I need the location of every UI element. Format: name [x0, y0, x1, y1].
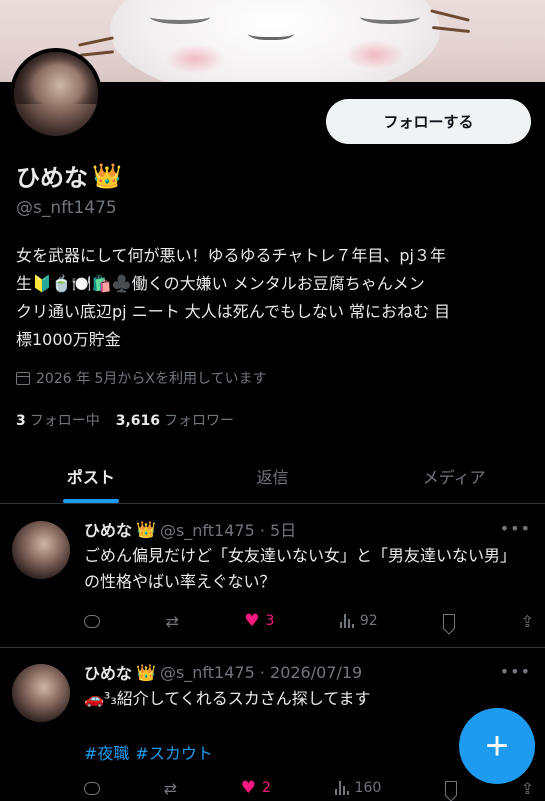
tweet-header: ひめな 👑 @s_nft1475 · 5日: [84, 517, 296, 541]
profile-handle: @s_nft1475: [16, 198, 117, 218]
following-link[interactable]: 3 フォロー中: [16, 410, 100, 430]
tweet-author-name[interactable]: ひめな: [84, 660, 132, 684]
tweet[interactable]: ひめな 👑 @s_nft1475 · 5日 ••• ごめん偏見だけど「女友達いな…: [0, 505, 545, 648]
share-button[interactable]: ⇪: [521, 611, 534, 631]
profile-bio: 女を武器にして何が悪い！ゆるゆるチャトレ７年目、pj３年 生🔰🍵🍽️🛍️♣️働く…: [16, 246, 451, 349]
like-button[interactable]: ♥ 3: [244, 611, 274, 631]
tweet-text: ごめん偏見だけど「女友達いない女」と「男友達いない男」の性格やばい率えぐない？: [84, 546, 517, 591]
profile-tabs: ポスト 返信 メディア: [0, 448, 545, 504]
views-button[interactable]: 92: [339, 611, 378, 631]
crown-icon: 👑: [136, 519, 156, 539]
views-icon: [339, 614, 354, 628]
bookmark-icon: [444, 780, 457, 796]
share-icon: ⇪: [520, 611, 534, 631]
heart-icon: ♥: [240, 778, 256, 798]
hashtag-link[interactable]: #スカウト: [135, 740, 212, 764]
tab-media-label: メディア: [422, 467, 486, 487]
profile-name-text: ひめな: [16, 164, 88, 192]
following-label: フォロー中: [29, 413, 100, 429]
compose-plus-icon[interactable]: +: [459, 708, 535, 784]
tweet-header: ひめな 👑 @s_nft1475 · 2026/07/19: [84, 660, 362, 684]
reply-button[interactable]: [84, 778, 100, 798]
bookmark-icon: [443, 613, 456, 629]
views-icon: [334, 781, 349, 795]
banner-whisker: [78, 36, 114, 47]
followers-link[interactable]: 3,616 フォロワー: [116, 410, 234, 430]
retweet-button[interactable]: ⇄: [164, 778, 177, 798]
followers-count: 3,616: [115, 413, 161, 429]
bookmark-button[interactable]: [444, 778, 457, 798]
tab-posts[interactable]: ポスト: [0, 448, 182, 503]
tweet-hashtags: #夜職 #スカウト: [84, 740, 213, 764]
joined-text: 2026 年 5月からXを利用しています: [36, 371, 267, 387]
share-icon: ⇪: [520, 778, 534, 798]
reply-icon: [84, 781, 100, 795]
reply-button[interactable]: [84, 611, 100, 631]
tweet-actions: ⇄ ♥ 2 160 ⇪: [84, 778, 534, 798]
tweet-avatar[interactable]: [12, 664, 70, 722]
tab-replies-label: 返信: [256, 467, 289, 487]
profile-name: ひめな 👑: [16, 158, 122, 193]
like-count: 2: [261, 780, 271, 796]
retweet-icon: ⇄: [163, 778, 178, 798]
more-icon[interactable]: •••: [500, 519, 531, 538]
tweet-text: 🚗³₃紹介してくれるスカさん探してます: [84, 689, 371, 708]
tab-replies[interactable]: 返信: [182, 448, 364, 503]
calendar-icon: [16, 371, 30, 385]
retweet-button[interactable]: ⇄: [165, 611, 178, 631]
like-count: 3: [265, 613, 275, 629]
banner-cheek-left: [165, 44, 225, 74]
share-button[interactable]: ⇪: [521, 778, 534, 798]
like-button[interactable]: ♥ 2: [241, 778, 271, 798]
tweet-meta: @s_nft1475 · 2026/07/19: [159, 662, 363, 682]
banner-eye-left: [150, 10, 210, 24]
view-count: 160: [354, 780, 382, 796]
tweet[interactable]: ひめな 👑 @s_nft1475 · 2026/07/19 ••• 🚗³₃紹介し…: [0, 648, 545, 800]
retweet-icon: ⇄: [165, 611, 179, 631]
follow-button[interactable]: フォローする: [326, 99, 531, 144]
profile-joined: 2026 年 5月からXを利用しています: [16, 368, 267, 388]
tweet-actions: ⇄ ♥ 3 92 ⇪: [84, 611, 534, 631]
view-count: 92: [359, 613, 378, 629]
tab-active-indicator: [62, 499, 119, 503]
crown-icon: 👑: [92, 161, 122, 190]
banner-cheek-right: [345, 40, 405, 70]
profile-stats: 3 フォロー中 3,616 フォロワー: [16, 410, 234, 430]
tab-posts-label: ポスト: [66, 467, 115, 487]
more-icon[interactable]: •••: [500, 662, 531, 681]
tweet-author-name[interactable]: ひめな: [84, 517, 132, 541]
avatar-hair: [14, 52, 98, 104]
tweet-avatar[interactable]: [12, 521, 70, 579]
bookmark-button[interactable]: [443, 611, 456, 631]
reply-icon: [84, 614, 100, 628]
heart-icon: ♥: [244, 611, 260, 631]
profile-avatar[interactable]: [10, 48, 102, 140]
crown-icon: 👑: [136, 662, 156, 682]
tweet-meta: @s_nft1475 · 5日: [159, 521, 297, 540]
following-count: 3: [16, 413, 26, 429]
banner-mouth: [248, 24, 294, 40]
banner-eye-right: [360, 10, 420, 24]
views-button[interactable]: 160: [334, 778, 382, 798]
hashtag-link[interactable]: #夜職: [84, 740, 129, 764]
tab-media[interactable]: メディア: [363, 448, 545, 503]
followers-label: フォロワー: [164, 413, 235, 429]
